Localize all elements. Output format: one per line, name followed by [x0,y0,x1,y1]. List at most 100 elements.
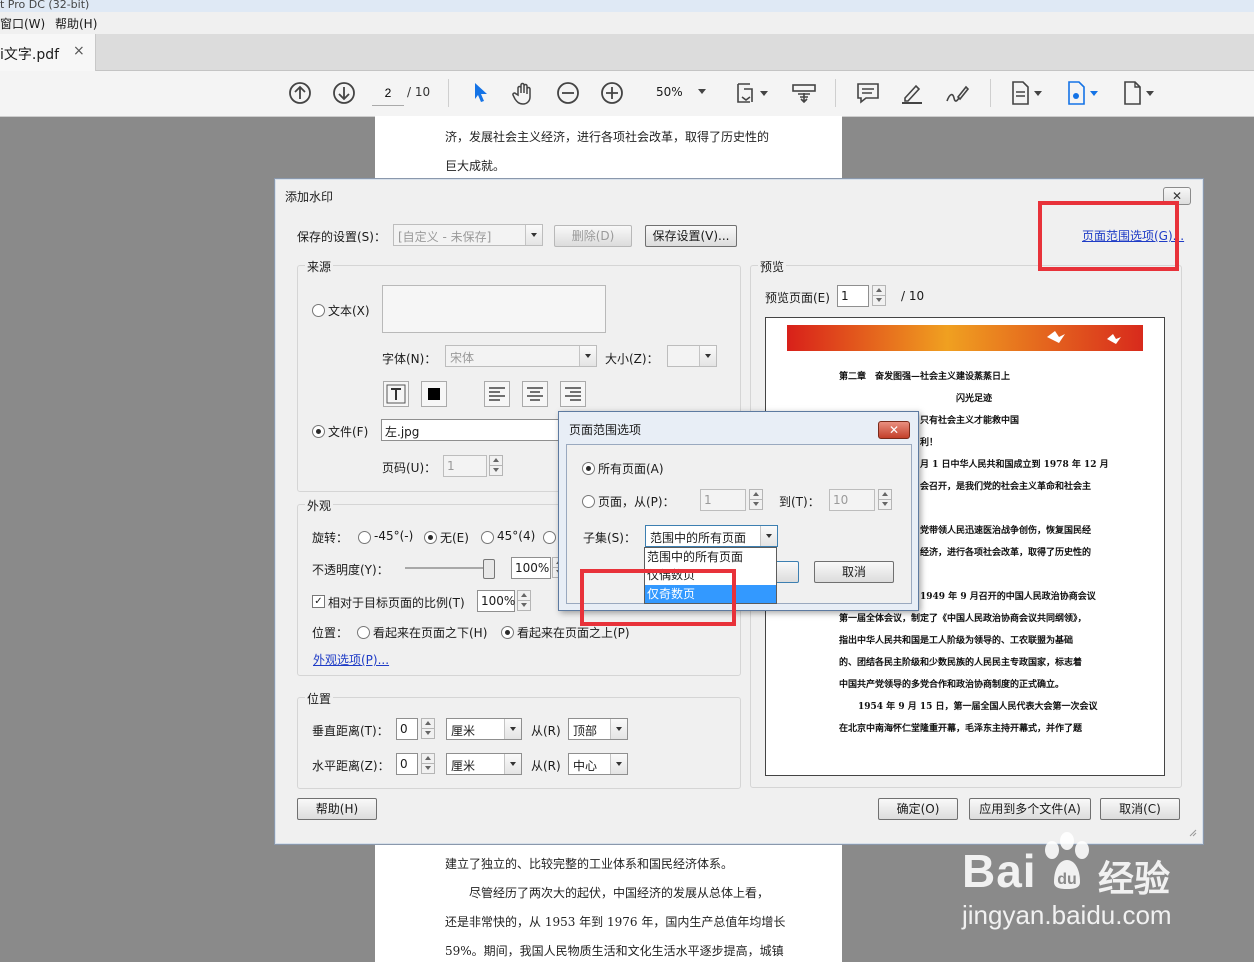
font-select[interactable]: 宋体 [445,345,597,367]
fit-page-icon[interactable] [732,79,760,107]
page-number-stepper[interactable] [489,455,503,476]
page-number-input[interactable] [372,81,404,106]
horizontal-distance-stepper[interactable] [421,753,435,774]
delete-button[interactable]: 删除(D) [554,225,632,247]
watermark-brand-a: Bai [962,845,1037,897]
chevron-down-icon[interactable] [760,91,768,97]
from-page-field[interactable]: 1 [700,489,746,511]
opacity-slider-thumb[interactable] [483,559,495,579]
select-arrow-icon[interactable] [466,79,494,107]
appearance-options-link[interactable]: 外观选项(P)... [313,651,389,668]
vertical-from-select[interactable]: 顶部 [568,718,628,740]
scroll-mode-icon[interactable] [790,79,818,107]
document-icon[interactable] [1006,79,1034,107]
preview-banner-image [787,325,1143,351]
to-page-stepper[interactable] [878,489,892,510]
opacity-field[interactable]: 100% [511,557,551,579]
position-group [297,697,741,789]
front-page-radio[interactable] [501,626,514,639]
horizontal-distance-field[interactable]: 0 [396,753,418,775]
scale-checkbox[interactable]: ✓ [312,595,325,608]
scale-stepper[interactable] [517,590,531,611]
subset-select[interactable]: 范围中的所有页面 [645,525,778,547]
zoom-level-select[interactable]: 50% [646,81,714,103]
chevron-down-icon[interactable] [1034,91,1042,97]
page-number-field[interactable]: 1 [443,455,487,477]
horizontal-from-select[interactable]: 中心 [568,753,628,775]
to-page-label: 到(T)： [779,495,820,509]
chevron-down-icon [699,346,716,366]
page-range-dialog-title: 页面范围选项 [569,423,642,437]
text-format-button[interactable] [383,381,409,407]
zoom-in-icon[interactable] [598,79,626,107]
preview-page-stepper[interactable] [872,285,886,306]
font-value: 宋体 [450,351,475,365]
menu-help[interactable]: 帮助(H) [55,15,97,32]
align-center-button[interactable] [522,381,548,407]
vertical-unit-select[interactable]: 厘米 [446,718,522,740]
rotate-none-label: 无(E) [440,531,469,545]
menu-window[interactable]: 窗口(W) [0,15,45,32]
rotate-minus45-radio[interactable] [358,531,371,544]
rotate-45-radio[interactable] [481,531,494,544]
opacity-slider-track[interactable] [405,567,495,569]
page-range-label: 页面，从(P)： [598,495,675,509]
text-color-button[interactable] [421,381,447,407]
subrange-cancel-button[interactable]: 取消 [814,561,894,583]
cancel-button[interactable]: 取消(C) [1100,798,1180,820]
to-page-field[interactable]: 10 [829,489,875,511]
chevron-down-icon[interactable] [1146,91,1154,97]
preview-page-field[interactable]: 1 [837,285,869,307]
from-page-stepper[interactable] [749,489,763,510]
apply-multiple-files-button[interactable]: 应用到多个文件(A) [969,798,1091,820]
size-select[interactable] [667,345,717,367]
all-pages-radio[interactable] [582,462,595,475]
text-source-input[interactable] [382,285,606,333]
chevron-down-icon[interactable] [1090,91,1098,97]
sign-icon[interactable] [942,79,970,107]
chevron-down-icon [610,719,627,739]
vertical-from-label: 从(R) [531,724,561,738]
help-button[interactable]: 帮助(H) [297,798,377,820]
document-tab[interactable]: i文字.pdf × [0,34,96,71]
scale-field[interactable]: 100% [477,590,515,612]
comment-icon[interactable] [854,79,882,107]
preview-line: 月 1 日中华人民共和国成立到 1978 年 12 月 [920,460,1109,470]
page-range-close-button[interactable]: ✕ [878,421,910,439]
vertical-distance-stepper[interactable] [421,718,435,739]
save-settings-button[interactable]: 保存设置(V)... [645,225,737,247]
chevron-down-icon [760,526,777,546]
tab-close-icon[interactable]: × [73,43,85,59]
saved-settings-value: [自定义 - 未保存] [398,230,492,244]
hand-tool-icon[interactable] [510,79,538,107]
page-range-radio[interactable] [582,495,595,508]
page-total: / 10 [407,85,431,99]
highlight-pen-icon[interactable] [898,79,926,107]
page-number-label: 页码(U)： [382,461,437,475]
file-source-radio[interactable] [312,425,325,438]
vertical-distance-field[interactable]: 0 [396,718,418,740]
preview-line: 经济，进行各项社会改革，取得了历史性的 [920,548,1092,558]
document-protect-icon[interactable] [1062,79,1090,107]
ok-button[interactable]: 确定(O) [878,798,958,820]
preview-line: 第二章 奋发图强—社会主义建设蒸蒸日上 [839,372,1011,382]
next-page-icon[interactable] [330,79,358,107]
text-source-radio[interactable] [312,304,325,317]
preview-line: 在北京中南海怀仁堂隆重开幕，毛泽东主持开幕式，并作了题 [839,724,1083,734]
horizontal-unit-select[interactable]: 厘米 [446,753,522,775]
saved-settings-select[interactable]: [自定义 - 未保存] [393,224,543,246]
align-left-button[interactable] [484,381,510,407]
from-page-value: 1 [704,493,712,507]
zoom-out-icon[interactable] [554,79,582,107]
file-path-input[interactable]: 左.jpg [381,419,563,441]
align-right-button[interactable] [560,381,586,407]
preview-line: 的、团结各民主阶级和少数民族的人民民主专政国家，标志着 [839,658,1083,668]
previous-page-icon[interactable] [286,79,314,107]
rotate-90-radio[interactable] [543,531,556,544]
behind-page-radio[interactable] [357,626,370,639]
appearance-heading: 外观 [305,497,334,514]
subset-option-all[interactable]: 范围中的所有页面 [645,548,776,566]
horizontal-from-value: 中心 [573,759,598,773]
document-more-icon[interactable] [1118,79,1146,107]
rotate-none-radio[interactable] [424,531,437,544]
